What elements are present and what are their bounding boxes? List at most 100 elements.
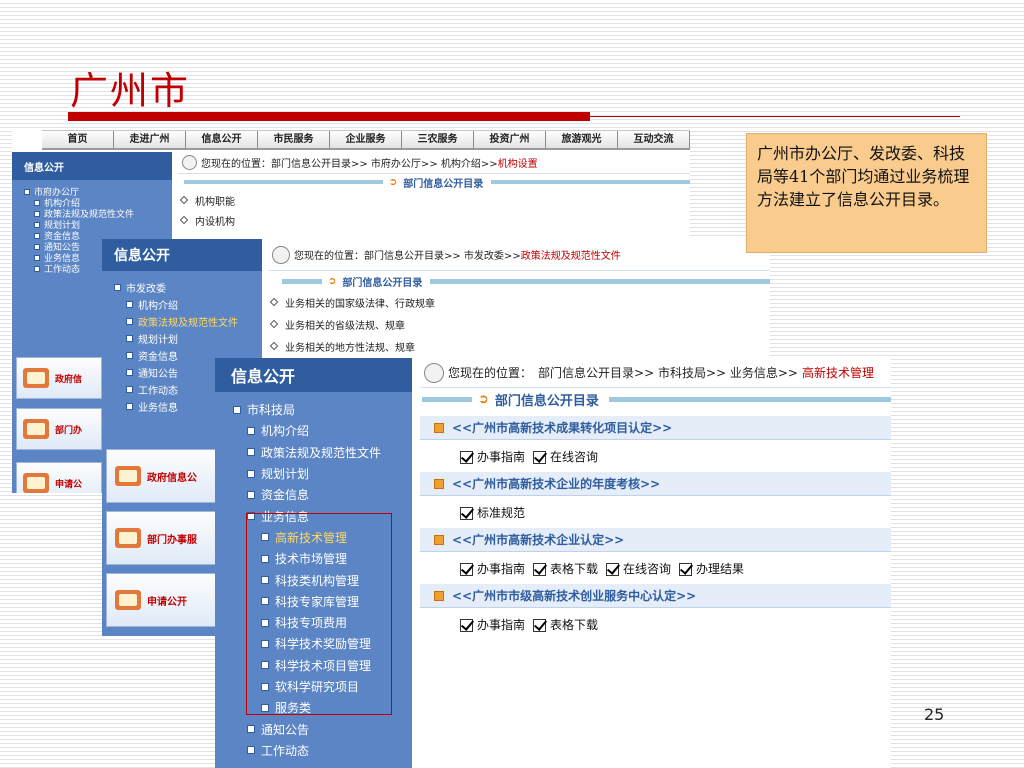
- title-bar: [491, 180, 690, 184]
- breadcrumb-path[interactable]: 部门信息公开目录>> 市科技局>> 业务信息>>: [538, 364, 798, 381]
- promo-apply[interactable]: 申请公开: [106, 573, 216, 627]
- service-link-label: 在线咨询: [550, 449, 599, 464]
- home-icon[interactable]: [424, 362, 444, 383]
- list-item[interactable]: 内设机构: [178, 210, 690, 230]
- tree-item[interactable]: 通知公告: [233, 718, 412, 739]
- tree-item[interactable]: 规划计划: [233, 463, 412, 484]
- section-header: <<广州市高新技术企业的年度考核>>: [420, 472, 891, 496]
- service-link[interactable]: 办事指南: [460, 448, 525, 465]
- tree-item-label: 资金信息: [138, 352, 178, 363]
- diamond-icon: [269, 297, 279, 307]
- page-number: 25: [924, 705, 945, 724]
- list-item[interactable]: 业务相关的国家级法律、行政规章: [268, 291, 770, 313]
- promo-apply[interactable]: 申请公: [16, 462, 102, 493]
- list-item[interactable]: 业务相关的省级法规、规章: [268, 313, 770, 335]
- diamond-icon: [179, 195, 189, 205]
- collapse-icon: [247, 490, 255, 499]
- home-icon[interactable]: [182, 155, 197, 170]
- home-icon[interactable]: [272, 245, 290, 264]
- section-header: <<广州市高新技术企业认定>>: [420, 528, 891, 552]
- nav-item[interactable]: 走进广州: [114, 131, 186, 148]
- service-link-label: 在线咨询: [623, 561, 672, 576]
- tree-item-label: 资金信息: [261, 488, 310, 503]
- service-link-label: 办理结果: [696, 561, 745, 576]
- highlight-box: [246, 513, 392, 715]
- content-panel: 您现在的位置： 部门信息公开目录>> 市科技局>> 业务信息>> 高新技术管理 …: [420, 358, 891, 768]
- list-item[interactable]: 业务相关的地方性法规、规章: [268, 335, 770, 357]
- section-links: 办事指南 表格下载: [420, 608, 891, 640]
- tree-item-label: 市发改委: [126, 284, 166, 295]
- tree-item-label: 业务信息: [138, 403, 178, 414]
- directory-title: ➲ 部门信息公开目录: [178, 174, 690, 190]
- promo-gov-info[interactable]: 政府信: [16, 357, 102, 399]
- expand-icon: [233, 405, 241, 414]
- section-title: <<广州市高新技术成果转化项目认定>>: [452, 421, 673, 435]
- tree-item[interactable]: 规划计划: [114, 330, 262, 347]
- top-nav: 首页 走进广州 信息公开 市民服务 企业服务 三农服务 投资广州 旅游观光 互动…: [42, 130, 690, 150]
- breadcrumb-path[interactable]: 部门信息公开目录>> 市发改委>>: [364, 247, 521, 262]
- collapse-icon: [247, 746, 255, 755]
- promo-dept-service[interactable]: 部门办: [16, 408, 102, 450]
- list-item-label: 业务相关的省级法规、规章: [285, 320, 405, 332]
- nav-item[interactable]: 首页: [42, 131, 114, 148]
- list-item-label: 内设机构: [195, 216, 235, 228]
- directory-title-label: 部门信息公开目录: [342, 277, 423, 289]
- promo-label: 政府信: [55, 374, 83, 385]
- tree-item[interactable]: 机构介绍: [233, 420, 412, 441]
- arrow-icon: ➲: [328, 275, 337, 287]
- breadcrumb: 您现在的位置： 部门信息公开目录>> 市发改委>> 政策法规及规范性文件: [268, 239, 770, 271]
- sidebar-title: 信息公开: [102, 239, 262, 271]
- nav-item[interactable]: 互动交流: [618, 131, 690, 148]
- checkbox-icon: [533, 562, 547, 576]
- title-bar: [184, 180, 383, 184]
- directory-title-label: 部门信息公开目录: [494, 393, 599, 409]
- nav-item[interactable]: 信息公开: [186, 131, 258, 148]
- service-link[interactable]: 在线咨询: [606, 560, 671, 577]
- checkbox-icon: [460, 618, 473, 632]
- breadcrumb-current: 高新技术管理: [801, 366, 874, 380]
- service-link-label: 办事指南: [477, 617, 526, 632]
- list-item[interactable]: 机构职能: [178, 190, 690, 210]
- service-link-label: 办事指南: [477, 449, 526, 464]
- collapse-icon: [126, 386, 133, 393]
- service-link[interactable]: 办事指南: [460, 560, 525, 577]
- collapse-icon: [34, 210, 40, 217]
- promo-dept-service[interactable]: 部门办事服: [106, 511, 216, 565]
- service-link[interactable]: 标准规范: [460, 504, 525, 521]
- promo-gov-info[interactable]: 政府信息公: [106, 449, 216, 503]
- tree-item[interactable]: 市科技局: [233, 399, 412, 420]
- breadcrumb-prefix: 您现在的位置：: [448, 366, 533, 380]
- directory-title-label: 部门信息公开目录: [403, 178, 484, 190]
- nav-item[interactable]: 企业服务: [330, 131, 402, 148]
- list-item-label: 业务相关的地方性法规、规章: [285, 342, 415, 354]
- service-link[interactable]: 表格下载: [533, 616, 598, 633]
- expand-icon: [24, 188, 30, 195]
- tree-item-selected[interactable]: 政策法规及规范性文件: [114, 313, 262, 330]
- section-title: <<广州市高新技术企业的年度考核>>: [452, 477, 661, 491]
- tree-item[interactable]: 工作动态: [233, 740, 412, 761]
- service-link[interactable]: 办事指南: [460, 616, 525, 633]
- collapse-icon: [34, 243, 40, 250]
- breadcrumb-current: 机构设置: [497, 159, 538, 170]
- folder-icon: [23, 419, 49, 439]
- section-links: 办事指南 表格下载 在线咨询 办理结果: [420, 552, 891, 584]
- breadcrumb-path[interactable]: 部门信息公开目录>> 市府办公厅>> 机构介绍>>: [271, 155, 498, 170]
- tree-item[interactable]: 资金信息: [233, 484, 412, 505]
- nav-item[interactable]: 三农服务: [402, 131, 474, 148]
- tree-item-label: 工作动态: [44, 265, 81, 275]
- tree-item[interactable]: 机构介绍: [114, 296, 262, 313]
- service-link[interactable]: 表格下载: [533, 560, 598, 577]
- service-link[interactable]: 在线咨询: [533, 448, 598, 465]
- tree-item-label: 通知公告: [261, 722, 310, 737]
- folder-icon: [115, 528, 141, 548]
- tree-item[interactable]: 市发改委: [114, 279, 262, 296]
- nav-item[interactable]: 旅游观光: [546, 131, 618, 148]
- nav-item[interactable]: 投资广州: [474, 131, 546, 148]
- tree-item[interactable]: 政策法规及规范性文件: [233, 442, 412, 463]
- nav-item[interactable]: 市民服务: [258, 131, 330, 148]
- checkbox-icon: [533, 450, 547, 464]
- tree-item-label: 机构介绍: [138, 301, 178, 312]
- sidebar-title: 信息公开: [12, 152, 172, 180]
- service-link[interactable]: 办理结果: [679, 560, 744, 577]
- tree-item-label: 规划计划: [261, 467, 310, 482]
